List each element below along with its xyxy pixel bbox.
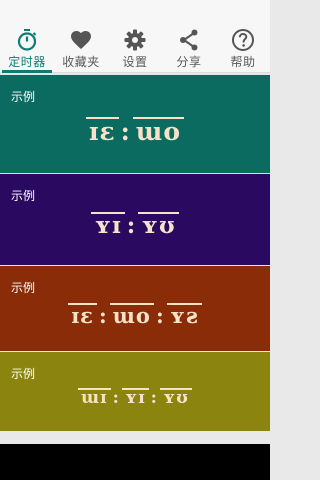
clock-segment: ʏɪ [91, 212, 125, 237]
clock-separator: : [98, 303, 108, 328]
tab-share[interactable]: 分享 [162, 0, 216, 72]
card-title: 示例 [11, 189, 36, 203]
clock-display: ʏɪ: ʏʊ [0, 212, 270, 239]
clock-separator: : [112, 388, 120, 408]
tab-favorites[interactable]: 收藏夹 [54, 0, 108, 72]
clock-segment: ɪɛ [68, 303, 97, 326]
heart-icon [71, 31, 91, 49]
clock-segment: ʏƨ [166, 303, 202, 326]
clock-segment: ɪɛ [85, 117, 119, 144]
timer-card[interactable]: 示例 ʏɪ: ʏʊ [0, 173, 270, 265]
clock-separator: : [126, 212, 137, 239]
tab-timer-label: 定时器 [8, 55, 46, 69]
share-icon [180, 29, 198, 51]
clock-segment: ʏɪ [121, 388, 149, 407]
card-title: 示例 [11, 367, 36, 381]
timer-card[interactable]: 示例 ɪɛ: ɯo: ʏƨ [0, 265, 270, 351]
clock-segment: ʏʊ [159, 388, 192, 407]
tab-settings-label: 设置 [122, 55, 148, 69]
timer-card[interactable]: 示例 ɯɪ: ʏɪ: ʏʊ [0, 351, 270, 431]
tab-bar: 定时器 收藏夹 设置 分享 帮助 [0, 0, 270, 73]
card-title: 示例 [11, 90, 36, 104]
tab-share-label: 分享 [176, 55, 202, 69]
timer-card[interactable]: 示例 ɪɛ: ɯo [0, 74, 270, 173]
clock-separator: : [150, 388, 158, 408]
clock-segment: ɯo [132, 117, 185, 144]
tab-help[interactable]: 帮助 [216, 0, 270, 72]
system-navigation-bar [0, 444, 270, 480]
clock-display: ɪɛ: ɯo [0, 117, 270, 146]
clock-separator: : [120, 117, 131, 146]
help-icon [232, 29, 254, 51]
clock-segment: ɯɪ [78, 388, 111, 407]
clock-display: ɯɪ: ʏɪ: ʏʊ [0, 388, 270, 408]
gear-icon [124, 29, 146, 51]
stopwatch-icon [17, 29, 37, 51]
clock-display: ɪɛ: ɯo: ʏƨ [0, 303, 270, 328]
clock-segment: ʏʊ [138, 212, 179, 237]
clock-segment: ɯo [109, 303, 154, 326]
tab-favorites-label: 收藏夹 [62, 55, 100, 69]
card-title: 示例 [11, 281, 36, 295]
tab-timer[interactable]: 定时器 [0, 0, 54, 73]
tab-settings[interactable]: 设置 [108, 0, 162, 72]
clock-separator: : [155, 303, 165, 328]
tab-help-label: 帮助 [230, 55, 256, 69]
